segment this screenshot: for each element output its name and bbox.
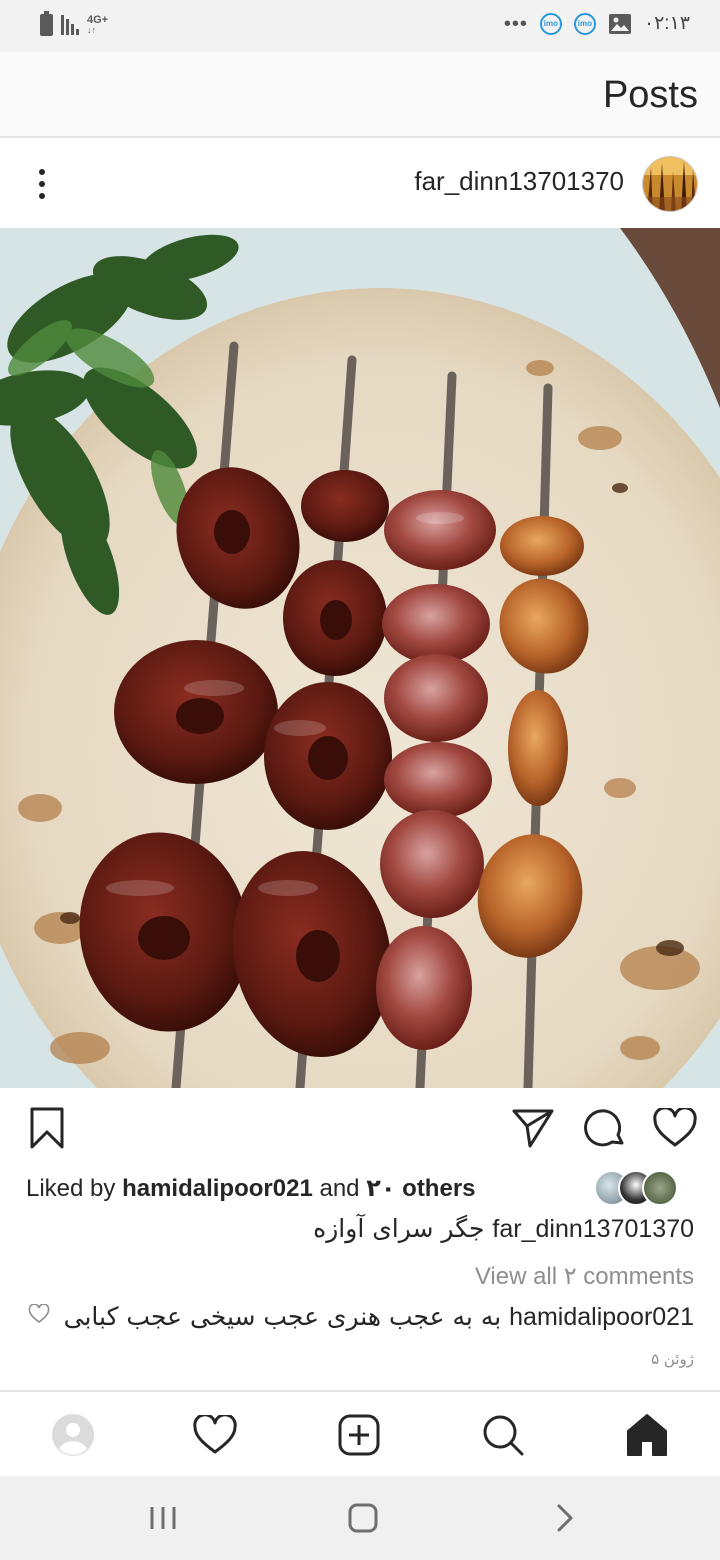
- home-square-icon: [348, 1503, 378, 1533]
- view-all-comments-link[interactable]: View all ۲ comments: [475, 1262, 694, 1291]
- tab-activity[interactable]: [190, 1410, 240, 1460]
- likes-summary[interactable]: Liked by hamidalipoor021 and ۲۰ others: [26, 1174, 476, 1203]
- tab-home[interactable]: [622, 1410, 672, 1460]
- heart-icon[interactable]: [650, 1100, 700, 1156]
- profile-icon: [52, 1414, 94, 1456]
- post-date: ۵ ژوئن: [651, 1350, 694, 1368]
- back-button[interactable]: [540, 1498, 590, 1538]
- home-icon: [627, 1414, 667, 1456]
- status-bar: 4G+ ↓↑ ••• imo imo ۰۲:۱۳: [0, 0, 720, 52]
- post-actions: [0, 1100, 720, 1160]
- send-icon[interactable]: [508, 1100, 558, 1156]
- battery-icon: [40, 11, 53, 36]
- likes-others[interactable]: ۲۰ others: [366, 1175, 475, 1202]
- more-options-icon[interactable]: [28, 160, 56, 208]
- kebab-photo: [0, 228, 720, 1088]
- likes-prefix: Liked by: [26, 1175, 116, 1202]
- plus-square-icon: [338, 1414, 380, 1456]
- imo-notification-icon: imo: [573, 12, 596, 35]
- chevron-right-icon: [557, 1504, 573, 1532]
- notification-overflow: •••: [503, 12, 528, 35]
- network-type: 4G+ ↓↑: [87, 14, 109, 36]
- status-left: 4G+ ↓↑: [40, 11, 109, 36]
- page-title: Posts: [602, 74, 698, 116]
- imo-notification-icon: imo: [539, 12, 562, 35]
- tab-profile[interactable]: [48, 1410, 98, 1460]
- clock: ۰۲:۱۳: [643, 13, 690, 34]
- heart-icon: [193, 1415, 237, 1454]
- post-image[interactable]: [0, 228, 720, 1088]
- home-button[interactable]: [338, 1498, 388, 1538]
- likes-and: and: [319, 1175, 360, 1202]
- search-icon: [483, 1415, 524, 1456]
- caption-username[interactable]: far_dinn13701370: [492, 1215, 694, 1243]
- comment-like-heart-icon[interactable]: [28, 1304, 50, 1324]
- post-caption: far_dinn13701370 جگر سرای آوازه: [313, 1214, 694, 1244]
- avatar[interactable]: [642, 156, 698, 212]
- gallery-notification-icon: [608, 13, 631, 34]
- comment-icon[interactable]: [580, 1100, 630, 1156]
- comment-text: به به عجب هنری عجب سیخی عجب کبابی: [63, 1302, 502, 1331]
- post-header: far_dinn13701370: [0, 140, 720, 228]
- liker-avatars[interactable]: [594, 1170, 682, 1206]
- comment-username[interactable]: hamidalipoor021: [509, 1303, 694, 1331]
- bookmark-icon[interactable]: [22, 1100, 72, 1156]
- post-username[interactable]: far_dinn13701370: [414, 166, 624, 197]
- system-navigation-bar: [0, 1476, 720, 1560]
- top-header: Posts: [0, 52, 720, 138]
- tab-search[interactable]: [478, 1410, 528, 1460]
- status-right: ••• imo imo ۰۲:۱۳: [504, 12, 690, 35]
- comment-row: hamidalipoor021 به به عجب هنری عجب سیخی …: [64, 1302, 694, 1332]
- signal-icon: [61, 15, 79, 35]
- bottom-tab-bar: [0, 1390, 720, 1476]
- recent-apps-button[interactable]: [138, 1498, 188, 1538]
- caption-text: جگر سرای آوازه: [313, 1214, 485, 1243]
- avatar: [642, 1170, 678, 1206]
- tab-new-post[interactable]: [334, 1410, 384, 1460]
- recent-apps-icon: [150, 1507, 176, 1529]
- liker-username[interactable]: hamidalipoor021: [122, 1175, 313, 1202]
